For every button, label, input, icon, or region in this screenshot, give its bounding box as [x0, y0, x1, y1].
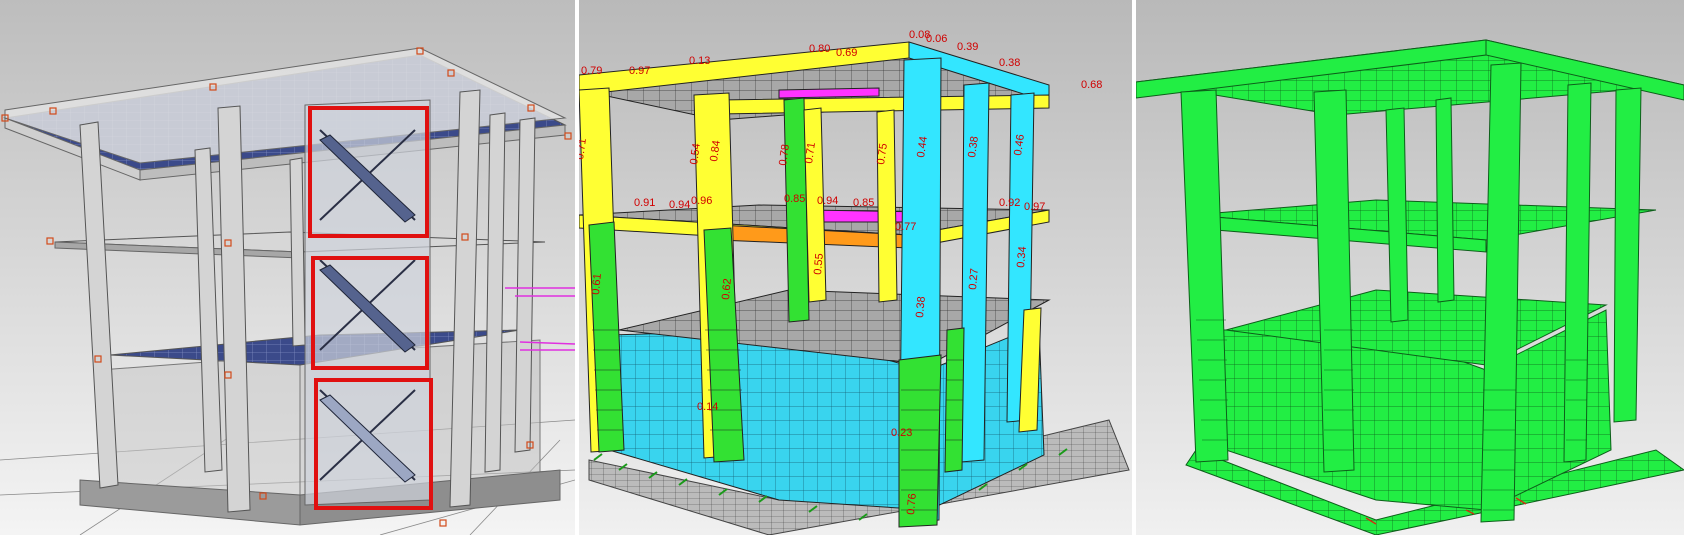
util-label: 0.92 [999, 197, 1020, 209]
util-label: 0.68 [1081, 79, 1102, 91]
panel-geometry-model[interactable] [0, 0, 575, 535]
util-label: 0.34 [1015, 246, 1029, 268]
util-label: 0.85 [784, 193, 805, 205]
geometry-viewport[interactable] [0, 0, 575, 535]
staircase-shaft [304, 99, 431, 506]
util-label: 0.80 [809, 43, 830, 55]
basement-wall-front [99, 354, 301, 506]
util-label: 0.91 [634, 197, 655, 209]
util-label: 0.55 [812, 253, 826, 275]
util-label: 0.14 [697, 401, 718, 413]
util-label: 0.79 [581, 65, 602, 77]
check-viewport[interactable] [1136, 0, 1684, 535]
util-label: 0.27 [967, 268, 981, 290]
util-label: 0.69 [836, 47, 857, 59]
utilization-viewport[interactable]: 0.79 0.97 0.13 0.80 0.69 0.08 0.06 0.39 … [579, 0, 1132, 535]
util-label: 0.85 [853, 197, 874, 209]
util-label: 0.13 [689, 55, 710, 67]
util-label: 0.97 [629, 65, 650, 77]
util-label: 0.61 [590, 273, 604, 295]
util-label: 0.77 [895, 221, 916, 233]
util-label: 0.96 [691, 195, 712, 207]
util-label: 0.94 [817, 195, 838, 207]
screenshot-strip: 0.79 0.97 0.13 0.80 0.69 0.08 0.06 0.39 … [0, 0, 1684, 535]
util-label: 0.97 [1024, 201, 1045, 213]
roof-beam-magenta [778, 87, 880, 99]
util-label: 0.38 [999, 57, 1020, 69]
util-label: 0.94 [669, 199, 690, 211]
util-label: 0.38 [914, 296, 928, 318]
util-label: 0.76 [905, 493, 919, 515]
util-label: 0.23 [891, 427, 912, 439]
util-label: 0.06 [926, 33, 947, 45]
util-label: 0.62 [720, 278, 734, 300]
util-label: 0.39 [957, 41, 978, 53]
panel-check-view[interactable] [1136, 0, 1684, 535]
panel-utilization-view[interactable]: 0.79 0.97 0.13 0.80 0.69 0.08 0.06 0.39 … [579, 0, 1132, 535]
